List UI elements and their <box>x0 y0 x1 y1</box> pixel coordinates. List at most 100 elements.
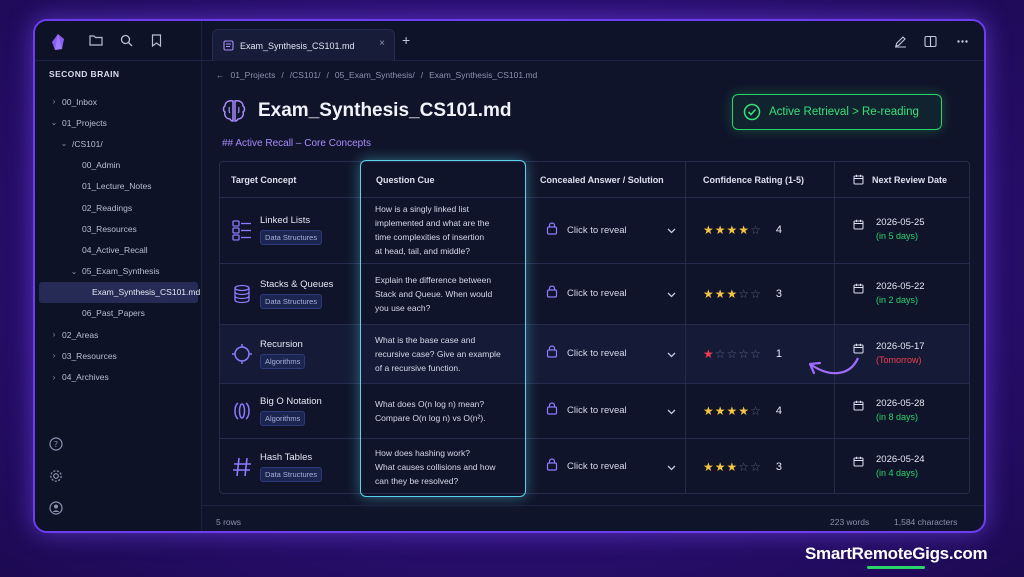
chevron-down-icon[interactable] <box>667 458 676 476</box>
confidence-rating[interactable]: ★★★★☆ 4 <box>703 197 823 263</box>
chevron-down-icon[interactable] <box>667 285 676 303</box>
concept-tag[interactable]: Data Structures <box>260 230 323 245</box>
chevron-down-icon[interactable] <box>667 221 676 239</box>
tab-exam-synthesis[interactable]: Exam_Synthesis_CS101.md × <box>212 29 395 61</box>
tab-close-icon[interactable]: × <box>379 38 385 49</box>
reveal-answer-dropdown[interactable]: Click to reveal <box>546 438 676 495</box>
sidebar-item-00-inbox[interactable]: › 00_Inbox <box>35 91 202 112</box>
breadcrumb-item[interactable]: Exam_Synthesis_CS101.md <box>429 70 537 80</box>
breadcrumb-item[interactable]: /CS101/ <box>290 70 321 80</box>
chevron-down-icon[interactable]: ⌄ <box>69 267 79 276</box>
star-rating[interactable]: ★★★★☆ <box>703 223 762 237</box>
header-next-review[interactable]: Next Review Date <box>853 162 947 197</box>
folder-icon[interactable] <box>87 31 105 49</box>
sidebar-item-label: 03_Resources <box>82 223 137 234</box>
sidebar-item-03-resources[interactable]: 03_Resources <box>35 218 202 239</box>
breadcrumb-separator: / <box>420 70 424 80</box>
star-filled-icon[interactable]: ★ <box>703 287 715 301</box>
star-filled-icon[interactable]: ★ <box>727 404 739 418</box>
user-avatar-icon[interactable] <box>48 500 64 516</box>
star-empty-icon[interactable]: ☆ <box>750 460 762 474</box>
chevron-down-icon[interactable]: ⌄ <box>59 139 69 148</box>
star-empty-icon[interactable]: ☆ <box>750 404 762 418</box>
confidence-rating[interactable]: ★☆☆☆☆ 1 <box>703 324 823 383</box>
chevron-down-icon[interactable] <box>667 402 676 420</box>
sidebar-item-03-resources[interactable]: › 03_Resources <box>35 345 202 366</box>
sidebar-item-04-active-recall[interactable]: 04_Active_Recall <box>35 239 202 260</box>
star-filled-icon[interactable]: ★ <box>703 223 715 237</box>
sidebar-item-06-past-papers[interactable]: 06_Past_Papers <box>35 303 202 324</box>
confidence-rating[interactable]: ★★★☆☆ 3 <box>703 438 823 495</box>
star-filled-icon[interactable]: ★ <box>727 287 739 301</box>
star-empty-icon[interactable]: ☆ <box>727 347 739 361</box>
concept-tag[interactable]: Data Structures <box>260 466 323 482</box>
confidence-rating[interactable]: ★★★★☆ 4 <box>703 383 823 438</box>
star-filled-icon[interactable]: ★ <box>738 223 750 237</box>
sidebar-item-04-archives[interactable]: › 04_Archives <box>35 366 202 387</box>
star-rating[interactable]: ★★★☆☆ <box>703 287 762 301</box>
star-empty-icon[interactable]: ☆ <box>750 287 762 301</box>
edit-pencil-icon[interactable] <box>892 33 908 49</box>
reveal-answer-dropdown[interactable]: Click to reveal <box>546 383 676 438</box>
star-empty-icon[interactable]: ☆ <box>738 347 750 361</box>
sidebar-item-01-projects[interactable]: ⌄ 01_Projects <box>35 112 202 133</box>
star-filled-icon[interactable]: ★ <box>715 460 727 474</box>
star-empty-icon[interactable]: ☆ <box>738 460 750 474</box>
star-filled-icon[interactable]: ★ <box>715 404 727 418</box>
star-empty-icon[interactable]: ☆ <box>715 347 727 361</box>
reveal-answer-dropdown[interactable]: Click to reveal <box>546 324 676 383</box>
reveal-label: Click to reveal <box>567 461 627 472</box>
concept-tag[interactable]: Algorithms <box>260 410 306 426</box>
bookmark-icon[interactable] <box>147 31 165 49</box>
editor-pane: Exam_Synthesis_CS101.md × + ← 01_Projects… <box>202 21 984 531</box>
breadcrumb-item[interactable]: 01_Projects <box>231 70 276 80</box>
star-filled-icon[interactable]: ★ <box>703 347 715 361</box>
star-empty-icon[interactable]: ☆ <box>750 347 762 361</box>
sidebar-item-00-admin[interactable]: 00_Admin <box>35 155 202 176</box>
breadcrumb-item[interactable]: 05_Exam_Synthesis/ <box>335 70 415 80</box>
star-empty-icon[interactable]: ☆ <box>738 287 750 301</box>
sidebar-item-02-areas[interactable]: › 02_Areas <box>35 324 202 345</box>
star-filled-icon[interactable]: ★ <box>727 223 739 237</box>
concept-tag[interactable]: Algorithms <box>260 353 306 369</box>
reveal-answer-dropdown[interactable]: Click to reveal <box>546 263 676 324</box>
confidence-rating[interactable]: ★★★☆☆ 3 <box>703 263 823 324</box>
header-target-concept[interactable]: Target Concept <box>231 162 296 197</box>
settings-gear-icon[interactable] <box>48 468 64 484</box>
header-concealed-answer[interactable]: Concealed Answer / Solution <box>540 162 664 197</box>
more-options-icon[interactable] <box>954 33 970 49</box>
sidebar-item-01-lecture-notes[interactable]: 01_Lecture_Notes <box>35 176 202 197</box>
star-filled-icon[interactable]: ★ <box>727 460 739 474</box>
sidebar-item-05-exam-synthesis[interactable]: ⌄ 05_Exam_Synthesis <box>35 261 202 282</box>
star-filled-icon[interactable]: ★ <box>703 460 715 474</box>
split-view-icon[interactable] <box>922 33 938 49</box>
chevron-down-icon[interactable] <box>667 345 676 363</box>
help-icon[interactable]: ? <box>48 436 64 452</box>
header-question-cue[interactable]: Question Cue <box>376 162 435 197</box>
back-arrow-icon[interactable]: ← <box>216 70 225 80</box>
concept-tag[interactable]: Data Structures <box>260 293 323 309</box>
star-filled-icon[interactable]: ★ <box>715 223 727 237</box>
chevron-right-icon[interactable]: › <box>49 351 59 360</box>
star-filled-icon[interactable]: ★ <box>703 404 715 418</box>
status-bar: 5 rows 223 words 1,584 characters <box>202 505 984 531</box>
reveal-answer-dropdown[interactable]: Click to reveal <box>546 197 676 263</box>
star-rating[interactable]: ★★★☆☆ <box>703 460 762 474</box>
file-explorer-sidebar: SECOND BRAIN › 00_Inbox ⌄ 01_Projects ⌄/CS10… <box>35 21 202 531</box>
sidebar-item-cs101[interactable]: ⌄/CS101/ <box>35 133 202 154</box>
star-rating[interactable]: ★★★★☆ <box>703 404 762 418</box>
brain-icon <box>222 100 246 122</box>
star-filled-icon[interactable]: ★ <box>715 287 727 301</box>
sidebar-item-02-readings[interactable]: 02_Readings <box>35 197 202 218</box>
new-tab-button[interactable]: + <box>402 32 410 48</box>
chevron-down-icon[interactable]: ⌄ <box>49 118 59 127</box>
chevron-right-icon[interactable]: › <box>49 373 59 382</box>
chevron-right-icon[interactable]: › <box>49 330 59 339</box>
search-icon[interactable] <box>117 31 135 49</box>
header-confidence-rating[interactable]: Confidence Rating (1-5) <box>703 162 804 197</box>
star-filled-icon[interactable]: ★ <box>738 404 750 418</box>
chevron-right-icon[interactable]: › <box>49 97 59 106</box>
star-empty-icon[interactable]: ☆ <box>750 223 762 237</box>
star-rating[interactable]: ★☆☆☆☆ <box>703 347 762 361</box>
sidebar-item-exam-synthesis-cs101-md[interactable]: Exam_Synthesis_CS101.md <box>39 281 200 303</box>
